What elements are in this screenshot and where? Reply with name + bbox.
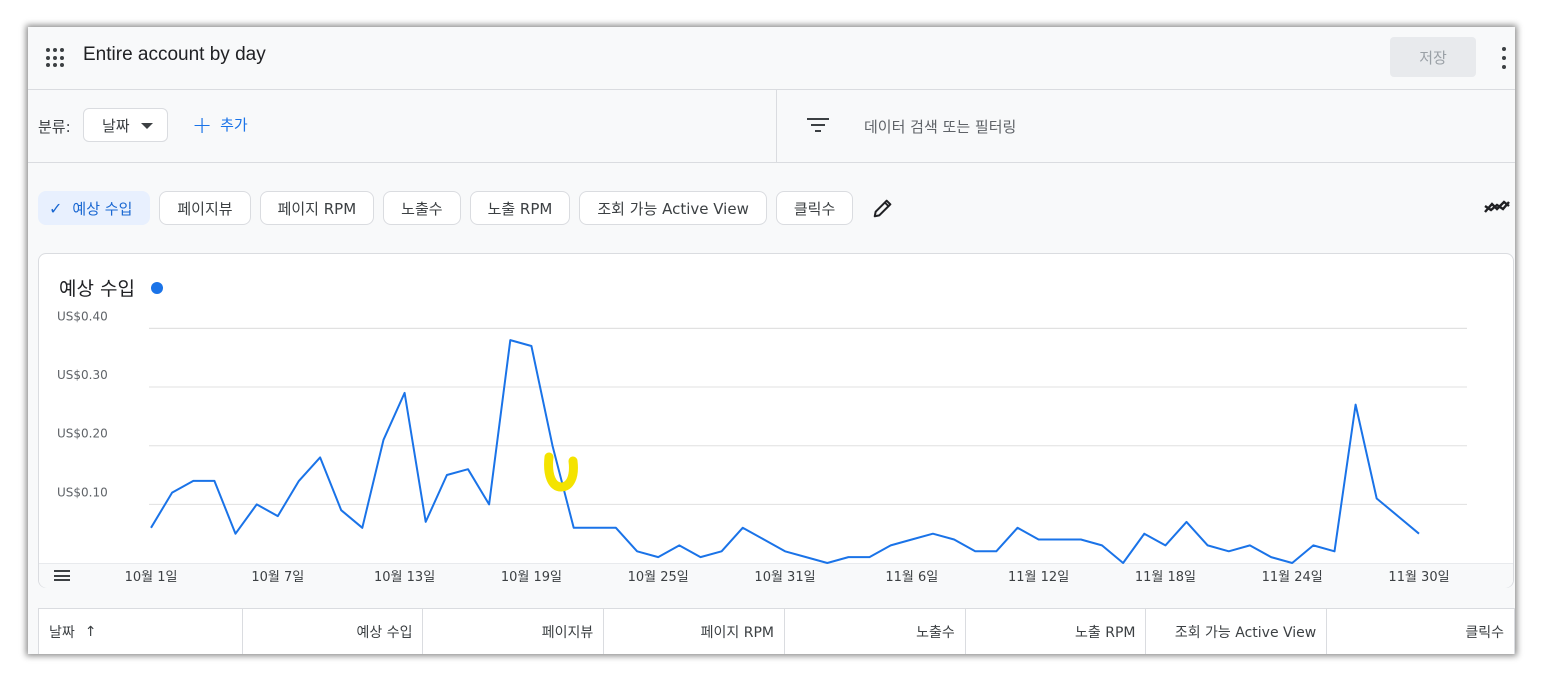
report-title: Entire account by day [83,44,266,65]
table-header: 날짜 ↑ 예상 수입 페이지뷰 페이지 RPM 노출수 노출 RPM 조회 가능… [38,608,1515,654]
chip-pageviews[interactable]: 페이지뷰 [159,191,251,225]
save-button[interactable]: 저장 [1390,37,1476,77]
y-tick-label: US$0.30 [57,368,108,382]
metric-chips: ✓ 예상 수입 페이지뷰 페이지 RPM 노출수 노출 RPM 조회 가능 Ac… [38,190,898,226]
chart-card: 예상 수입 US$0.10 US$0.20 US$0.30 US$0.40 10월 1일… [38,253,1514,588]
col-header-impressions[interactable]: 노출수 [785,609,966,654]
col-label: 날짜 [49,625,75,641]
col-header-pageviews[interactable]: 페이지뷰 [423,609,605,654]
caret-down-icon [141,123,153,129]
chip-impressions[interactable]: 노출수 [383,191,461,225]
y-tick-label: US$0.20 [57,427,108,441]
classification-label: 분류: [38,118,71,136]
add-label: 추가 [220,116,248,134]
chip-estimated-earnings[interactable]: ✓ 예상 수입 [38,191,151,225]
legend-toggle-icon[interactable] [54,570,70,581]
chip-active-view-viewable[interactable]: 조회 가능 Active View [579,191,767,225]
x-tick-label: 10월 7일 [251,570,304,585]
x-tick-label: 11월 6일 [885,570,938,585]
chip-impression-rpm[interactable]: 노출 RPM [469,191,571,225]
x-tick-label: 10월 1일 [125,570,178,585]
x-tick-label: 10월 25일 [628,570,689,585]
col-header-estimated-earnings[interactable]: 예상 수입 [243,609,424,654]
filter-icon[interactable] [807,118,829,134]
x-tick-label: 11월 30일 [1388,570,1449,585]
y-tick-label: US$0.10 [57,485,108,499]
apps-grid-icon[interactable] [46,48,66,68]
y-tick-label: US$0.40 [57,309,108,323]
x-tick-label: 10월 31일 [754,570,815,585]
col-header-page-rpm[interactable]: 페이지 RPM [604,609,785,654]
chip-page-rpm[interactable]: 페이지 RPM [259,191,375,225]
col-header-active-view[interactable]: 조회 가능 Active View [1146,609,1328,654]
divider [776,90,777,162]
series-line-estimated-earnings [150,339,1420,564]
col-header-date[interactable]: 날짜 ↑ [39,609,243,654]
dimension-dropdown[interactable]: 날짜 [83,108,168,142]
x-tick-label: 11월 12일 [1008,570,1069,585]
report-window: Entire account by day 저장 분류: 날짜 + 추가 데이터… [28,27,1515,654]
filter-bar: 분류: 날짜 + 추가 데이터 검색 또는 필터링 [28,90,1515,163]
x-tick-label: 10월 13일 [374,570,435,585]
search-filter-input[interactable]: 데이터 검색 또는 필터링 [864,116,1016,137]
col-header-clicks[interactable]: 클릭수 [1327,609,1514,654]
highlighter-mark [544,452,578,492]
report-header: Entire account by day 저장 [28,27,1515,90]
compare-trend-icon[interactable] [1484,197,1510,217]
more-options-icon[interactable] [1502,47,1508,69]
line-chart: US$0.10 US$0.20 US$0.30 US$0.40 10월 1일 10월 7일… [57,309,1467,585]
x-tick-label: 10월 19일 [501,570,562,585]
dimension-value: 날짜 [102,116,130,135]
x-tick-label: 11월 18일 [1135,570,1196,585]
add-dimension-button[interactable]: + 추가 [192,110,248,139]
chip-clicks[interactable]: 클릭수 [775,191,854,225]
check-icon: ✓ [49,198,63,218]
plus-icon: + [192,110,213,139]
col-header-impression-rpm[interactable]: 노출 RPM [966,609,1147,654]
chip-label: 예상 수입 [72,199,133,218]
sort-ascending-icon: ↑ [84,624,97,640]
x-tick-label: 11월 24일 [1262,570,1323,585]
pencil-icon[interactable] [868,193,898,223]
